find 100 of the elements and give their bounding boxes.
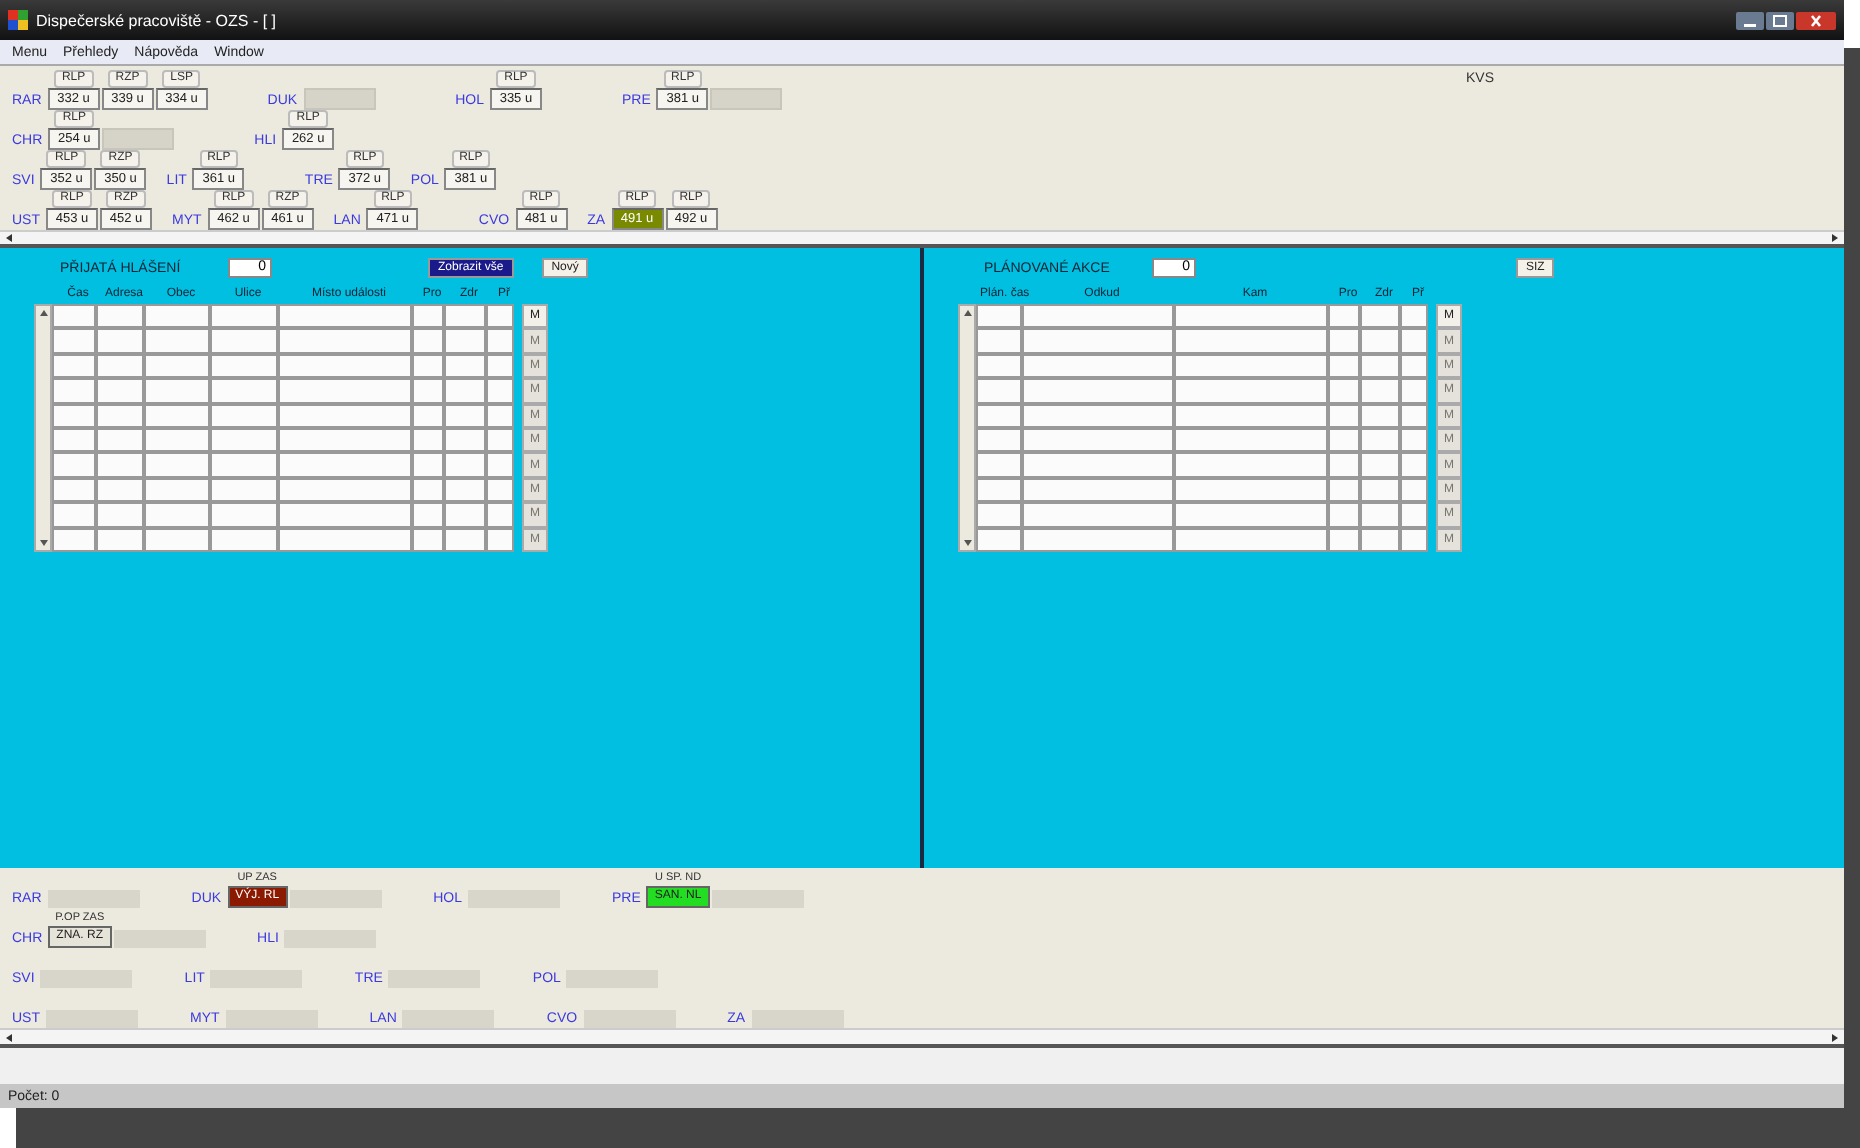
table-cell[interactable] (52, 353, 96, 379)
table-cell[interactable] (1328, 427, 1360, 453)
table-cell[interactable] (444, 304, 486, 329)
table-cell[interactable] (96, 353, 144, 379)
table-cell[interactable] (976, 353, 1022, 379)
maximize-icon[interactable] (1766, 11, 1794, 29)
table-cell[interactable] (96, 502, 144, 528)
table-cell[interactable] (1400, 427, 1428, 453)
table-cell[interactable] (1174, 427, 1328, 453)
table-cell[interactable] (1022, 353, 1174, 379)
table-cell[interactable] (444, 527, 486, 552)
table-cell[interactable] (486, 378, 514, 404)
table-cell[interactable] (444, 477, 486, 503)
table-cell[interactable] (52, 502, 96, 528)
table-cell[interactable] (412, 427, 444, 453)
table-cell[interactable] (486, 502, 514, 528)
vertical-scrollbar[interactable] (34, 304, 52, 552)
right-arrow-icon[interactable] (1828, 1031, 1840, 1043)
table-cell[interactable] (96, 304, 144, 329)
table-cell[interactable] (96, 527, 144, 552)
horizontal-scrollbar[interactable] (0, 230, 1844, 244)
table-cell[interactable] (144, 403, 210, 428)
horizontal-scrollbar[interactable] (0, 1028, 1844, 1044)
table-cell[interactable] (1174, 353, 1328, 379)
table-cell[interactable] (1400, 502, 1428, 528)
table-cell[interactable] (278, 304, 412, 329)
table-cell[interactable] (1400, 304, 1428, 329)
table-cell[interactable] (486, 403, 514, 428)
table-cell[interactable] (210, 502, 278, 528)
table-cell[interactable] (210, 427, 278, 453)
table-cell[interactable] (278, 452, 412, 478)
table-cell[interactable] (1022, 527, 1174, 552)
table-cell[interactable] (210, 403, 278, 428)
table-cell[interactable] (976, 403, 1022, 428)
table-cell[interactable] (976, 502, 1022, 528)
table-cell[interactable] (278, 378, 412, 404)
table-cell[interactable] (144, 304, 210, 329)
table-cell[interactable] (1022, 328, 1174, 354)
table-cell[interactable] (278, 328, 412, 354)
table-cell[interactable] (412, 353, 444, 379)
table-cell[interactable] (96, 452, 144, 478)
table-cell[interactable] (1022, 502, 1174, 528)
table-cell[interactable] (486, 527, 514, 552)
minimize-icon[interactable] (1736, 11, 1764, 29)
table-cell[interactable] (1400, 452, 1428, 478)
table-cell[interactable] (976, 527, 1022, 552)
table-cell[interactable] (1360, 403, 1400, 428)
table-cell[interactable] (976, 378, 1022, 404)
table-cell[interactable] (52, 403, 96, 428)
table-cell[interactable] (1174, 328, 1328, 354)
vertical-scrollbar[interactable] (958, 304, 976, 552)
table-cell[interactable] (444, 427, 486, 453)
table-cell[interactable] (210, 378, 278, 404)
table-cell[interactable] (96, 477, 144, 503)
table-cell[interactable] (96, 328, 144, 354)
table-cell[interactable] (412, 304, 444, 329)
table-cell[interactable] (144, 452, 210, 478)
table-cell[interactable] (278, 527, 412, 552)
table-cell[interactable] (1174, 378, 1328, 404)
table-cell[interactable] (1400, 527, 1428, 552)
table-cell[interactable] (1400, 403, 1428, 428)
table-cell[interactable] (486, 353, 514, 379)
table-cell[interactable] (144, 477, 210, 503)
table-cell[interactable] (144, 427, 210, 453)
table-cell[interactable] (1328, 378, 1360, 404)
table-cell[interactable] (1022, 477, 1174, 503)
table-cell[interactable] (1174, 403, 1328, 428)
table-cell[interactable] (1360, 427, 1400, 453)
table-cell[interactable] (52, 304, 96, 329)
table-cell[interactable] (1400, 477, 1428, 503)
table-cell[interactable] (1328, 403, 1360, 428)
table-cell[interactable] (976, 328, 1022, 354)
table-cell[interactable] (976, 427, 1022, 453)
table-cell[interactable] (144, 527, 210, 552)
table-cell[interactable] (1174, 502, 1328, 528)
table-cell[interactable] (52, 378, 96, 404)
table-cell[interactable] (144, 502, 210, 528)
table-cell[interactable] (1174, 527, 1328, 552)
table-cell[interactable] (52, 328, 96, 354)
table-cell[interactable] (210, 353, 278, 379)
table-cell[interactable] (1360, 304, 1400, 329)
table-cell[interactable] (1360, 502, 1400, 528)
table-cell[interactable] (1328, 353, 1360, 379)
table-cell[interactable] (444, 353, 486, 379)
table-cell[interactable] (210, 452, 278, 478)
table-cell[interactable] (1174, 452, 1328, 478)
table-cell[interactable] (1328, 527, 1360, 552)
down-arrow-icon[interactable] (961, 536, 973, 548)
down-arrow-icon[interactable] (37, 536, 49, 548)
table-cell[interactable] (210, 527, 278, 552)
up-arrow-icon[interactable] (37, 308, 49, 320)
table-cell[interactable] (1022, 403, 1174, 428)
table-cell[interactable] (412, 378, 444, 404)
table-cell[interactable] (1328, 452, 1360, 478)
table-cell[interactable] (1022, 304, 1174, 329)
table-cell[interactable] (278, 353, 412, 379)
table-cell[interactable] (96, 378, 144, 404)
table-cell[interactable] (1022, 378, 1174, 404)
table-cell[interactable] (1360, 477, 1400, 503)
table-cell[interactable] (52, 527, 96, 552)
